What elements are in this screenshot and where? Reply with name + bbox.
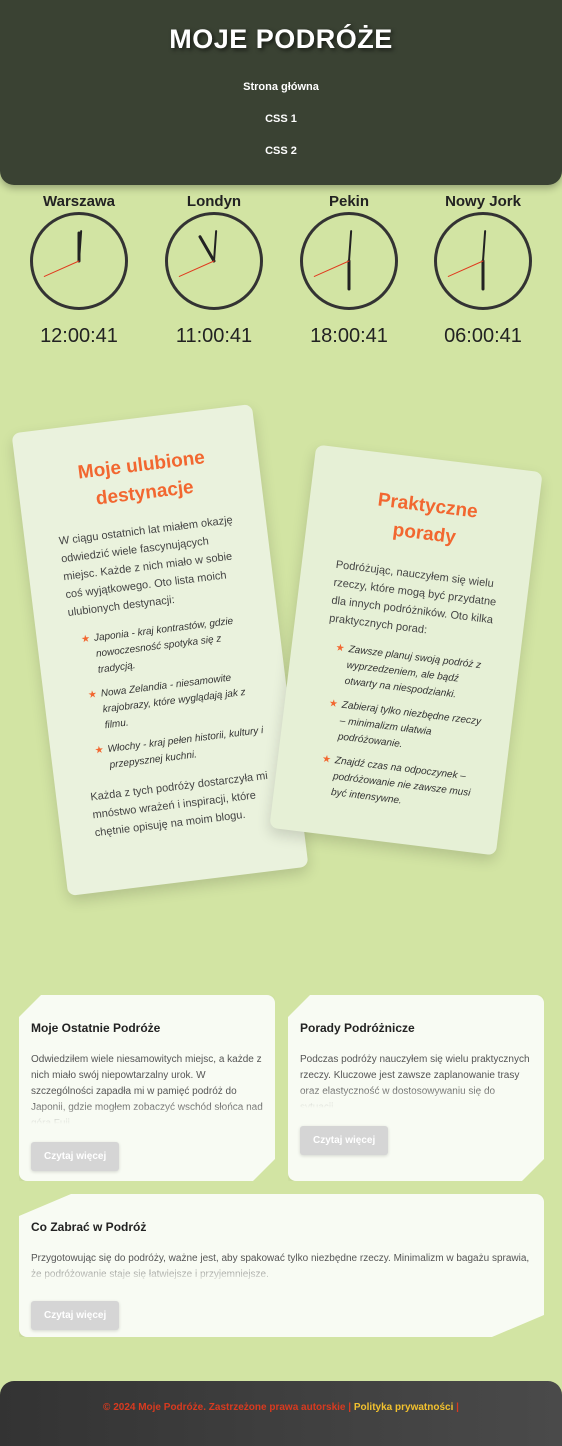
clock-city: Warszawa <box>43 193 115 210</box>
post-excerpt: Odwiedziłem wiele niesamowitych miejsc, … <box>31 1054 263 1124</box>
minute-hand <box>213 230 218 262</box>
star-icon: ★ <box>87 689 98 702</box>
favorites-outro: Każda z tych podróży dostarczyła mi mnós… <box>89 769 269 840</box>
list-item: ★ Zabieraj tylko niezbędne rzeczy – minim… <box>328 698 482 751</box>
minute-hand <box>482 230 487 262</box>
clock-svg <box>300 212 398 310</box>
post-card-what-to-pack: Co Zabrać w Podróż Przygotowując się do … <box>19 1194 544 1337</box>
clock-svg <box>165 212 263 310</box>
clock-pekin: Pekin 18:00:41 <box>294 193 404 348</box>
minute-hand <box>348 230 353 262</box>
post-title: Porady Podróżnicze <box>300 1021 415 1035</box>
star-icon: ★ <box>80 633 91 646</box>
read-more-button[interactable]: Czytaj więcej <box>31 1301 119 1330</box>
post-title: Moje Ostatnie Podróże <box>31 1021 161 1035</box>
clock-city: Londyn <box>186 193 242 210</box>
clock-city: Pekin <box>328 193 370 210</box>
site-footer: © 2024 Moje Podróże. Zastrzeżone prawa a… <box>0 1381 562 1446</box>
nav-link-css2[interactable]: CSS 2 <box>0 145 562 157</box>
list-item: ★ Znajdź czas na odpoczynek – podróżowani… <box>321 753 472 807</box>
second-hand <box>43 260 80 277</box>
clock-londyn: Londyn 11:00:41 <box>159 193 269 348</box>
footer-separator: | <box>348 1402 352 1413</box>
site-title: MOJE PODRÓŻE <box>169 24 393 54</box>
tips-list: ★ Zawsze planuj swoją podróż z wyprzedzen… <box>317 640 493 818</box>
hour-hand <box>198 235 216 263</box>
clock-face <box>164 211 264 311</box>
clock-warszawa: Warszawa 12:00:41 <box>24 193 134 348</box>
clock-time: 12:00:41 <box>40 325 118 347</box>
clock-svg <box>434 212 532 310</box>
clock-svg <box>30 212 128 310</box>
favorites-intro: W ciągu ostatnich lat miałem okazję odwi… <box>58 514 234 619</box>
clock-city: Nowy Jork <box>445 193 521 210</box>
star-icon: ★ <box>94 744 105 757</box>
nav-link-css1[interactable]: CSS 1 <box>0 113 562 125</box>
footer-copyright: © 2024 Moje Podróże. Zastrzeżone prawa a… <box>103 1402 346 1413</box>
clock-face <box>29 211 129 311</box>
tips-card: Praktyczne porady Podróżując, nauczyłem … <box>269 444 543 856</box>
second-hand <box>178 260 215 277</box>
site-header: MOJE PODRÓŻE Strona główna CSS 1 CSS 2 <box>0 0 562 185</box>
clock-nowy-jork: Nowy Jork 06:00:41 <box>428 193 538 348</box>
post-card-travel-tips: Porady Podróżnicze Podczas podróży naucz… <box>288 995 544 1181</box>
star-icon: ★ <box>328 698 339 711</box>
second-hand <box>447 260 484 277</box>
second-hand <box>313 260 350 277</box>
list-item: ★ Zawsze planuj swoją podróż z wyprzedzen… <box>335 642 482 701</box>
clock-time: 11:00:41 <box>175 325 253 347</box>
read-more-button[interactable]: Czytaj więcej <box>300 1126 388 1155</box>
star-icon: ★ <box>335 642 346 655</box>
clock-face <box>299 211 399 311</box>
nav-link-home[interactable]: Strona główna <box>0 81 562 93</box>
tips-intro: Podróżując, nauczyłem się wielu rzeczy, … <box>328 558 497 637</box>
privacy-policy-link[interactable]: Polityka prywatności <box>354 1402 453 1413</box>
post-card-recent-trips: Moje Ostatnie Podróże Odwiedziłem wiele … <box>19 995 275 1181</box>
post-excerpt: Przygotowując się do podróży, ważne jest… <box>31 1251 532 1283</box>
favorites-title: Moje ulubione destynacje <box>76 447 207 510</box>
post-excerpt: Podczas podróży nauczyłem się wielu prak… <box>300 1052 532 1108</box>
clock-time: 18:00:41 <box>310 325 388 347</box>
favorites-list: ★ Japonia - kraj kontrastów, gdzie nowocz… <box>80 612 268 776</box>
read-more-button[interactable]: Czytaj więcej <box>31 1142 119 1171</box>
footer-separator: | <box>456 1402 459 1413</box>
favorites-card: Moje ulubione destynacje W ciągu ostatni… <box>11 403 309 897</box>
clock-time: 06:00:41 <box>444 325 522 347</box>
clock-face <box>433 211 533 311</box>
post-title: Co Zabrać w Podróż <box>31 1220 147 1234</box>
tips-title: Praktyczne porady <box>376 489 479 549</box>
star-icon: ★ <box>321 753 332 766</box>
